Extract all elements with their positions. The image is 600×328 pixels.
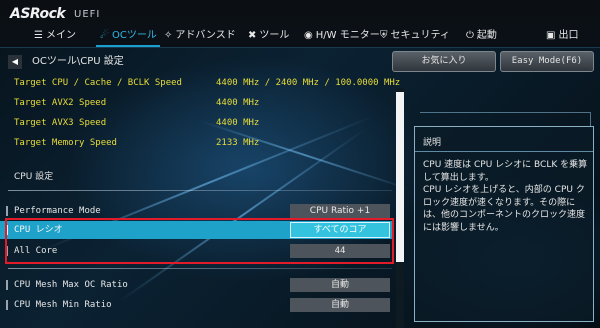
top-divider bbox=[0, 47, 600, 48]
tab-tools[interactable]: ✖ ツール bbox=[248, 26, 289, 46]
tab-label: OCツール bbox=[111, 30, 157, 41]
setting-value[interactable]: 自動 bbox=[290, 298, 390, 312]
info-row: Target Memory Speed 2133 MHz bbox=[0, 134, 392, 152]
setting-value[interactable]: 自動 bbox=[290, 278, 390, 292]
row-marker bbox=[6, 280, 8, 290]
tab-label: ツール bbox=[259, 30, 290, 41]
tab-boot[interactable]: ⏻ 起動 bbox=[466, 26, 497, 46]
power-icon: ⏻ bbox=[466, 30, 474, 41]
decorative-line bbox=[420, 112, 590, 113]
tab-label: 起動 bbox=[476, 30, 497, 41]
tab-label: セキュリティ bbox=[390, 30, 450, 41]
info-value: 2133 MHz bbox=[216, 138, 260, 148]
setting-label: CPU Mesh Min Ratio bbox=[14, 300, 112, 310]
favorite-button[interactable]: お気に入り bbox=[392, 51, 496, 72]
scrollbar[interactable] bbox=[396, 88, 404, 328]
decorative-line bbox=[590, 112, 591, 126]
info-row: Target AVX2 Speed 4400 MHz bbox=[0, 94, 392, 112]
row-marker bbox=[6, 206, 8, 216]
info-row: Target AVX3 Speed 4400 MHz bbox=[0, 114, 392, 132]
tab-oc-tools[interactable]: ☄ OCツール bbox=[100, 26, 157, 46]
tab-label: H/W モニター bbox=[315, 30, 380, 41]
wrench-icon: ✖ bbox=[248, 30, 257, 41]
breadcrumb-path: OCツール\CPU 設定 bbox=[32, 56, 124, 67]
tab-label: 出口 bbox=[558, 30, 579, 41]
scrollbar-thumb[interactable] bbox=[396, 92, 404, 262]
info-value: 4400 MHz bbox=[216, 98, 260, 108]
setting-value[interactable]: CPU Ratio +1 bbox=[290, 204, 390, 218]
setting-row-mesh-min[interactable]: CPU Mesh Min Ratio 自動 bbox=[0, 296, 392, 314]
info-label: Target AVX2 Speed bbox=[14, 98, 107, 108]
tab-label: アドバンスド bbox=[175, 30, 236, 41]
info-label: Target Memory Speed bbox=[14, 138, 117, 148]
brand-sub: UEFI bbox=[74, 9, 101, 20]
info-label: Target AVX3 Speed bbox=[14, 118, 107, 128]
info-label: Target CPU / Cache / BCLK Speed bbox=[14, 78, 182, 88]
star-icon: ✧ bbox=[164, 30, 173, 41]
main-tabs: ☰ メイン ☄ OCツール ✧ アドバンスド ✖ ツール ◉ H/W モニター ⛨ セキュリ… bbox=[0, 26, 600, 46]
tab-label: メイン bbox=[45, 30, 76, 41]
section-title: CPU 設定 bbox=[14, 172, 54, 182]
top-bar: ASRock UEFI ☰ メイン ☄ OCツール ✧ アドバンスド ✖ ツール ◉ H/… bbox=[0, 0, 600, 48]
help-panel: 説明 CPU 速度は CPU レシオに BCLK を乗算して算出します。 CPU… bbox=[414, 126, 594, 322]
back-arrow-icon[interactable]: ◀ bbox=[8, 55, 22, 69]
settings-list: Target CPU / Cache / BCLK Speed 4400 MHz… bbox=[0, 72, 400, 328]
tab-main[interactable]: ☰ メイン bbox=[34, 26, 76, 46]
setting-row-mesh-max-oc[interactable]: CPU Mesh Max OC Ratio 自動 bbox=[0, 276, 392, 294]
menu-icon: ☰ bbox=[34, 30, 43, 41]
help-title: 説明 bbox=[423, 138, 442, 148]
tab-hw-monitor[interactable]: ◉ H/W モニター bbox=[304, 26, 380, 46]
info-value: 4400 MHz / 2400 MHz / 100.0000 MHz bbox=[216, 78, 401, 88]
tab-security[interactable]: ⛨ セキュリティ bbox=[380, 26, 450, 46]
exit-icon: ▣ bbox=[546, 30, 556, 41]
section-divider bbox=[8, 268, 392, 269]
setting-label: CPU Mesh Max OC Ratio bbox=[14, 280, 128, 290]
help-divider bbox=[415, 151, 593, 152]
row-marker bbox=[6, 300, 8, 310]
tab-exit[interactable]: ▣ 出口 bbox=[546, 26, 578, 46]
section-divider bbox=[8, 190, 392, 191]
highlight-frame bbox=[5, 218, 394, 264]
tab-advanced[interactable]: ✧ アドバンスド bbox=[164, 26, 236, 46]
breadcrumb: ◀ OCツール\CPU 設定 bbox=[8, 55, 388, 69]
monitor-icon: ◉ bbox=[304, 30, 313, 41]
brand-logo: ASRock bbox=[10, 6, 66, 22]
info-value: 4400 MHz bbox=[216, 118, 260, 128]
flame-icon: ☄ bbox=[100, 30, 109, 41]
help-text: CPU 速度は CPU レシオに BCLK を乗算して算出します。 CPU レシ… bbox=[423, 160, 588, 233]
shield-icon: ⛨ bbox=[380, 30, 388, 41]
easy-mode-button[interactable]: Easy Mode(F6) bbox=[500, 51, 594, 72]
info-row: Target CPU / Cache / BCLK Speed 4400 MHz… bbox=[0, 74, 400, 92]
